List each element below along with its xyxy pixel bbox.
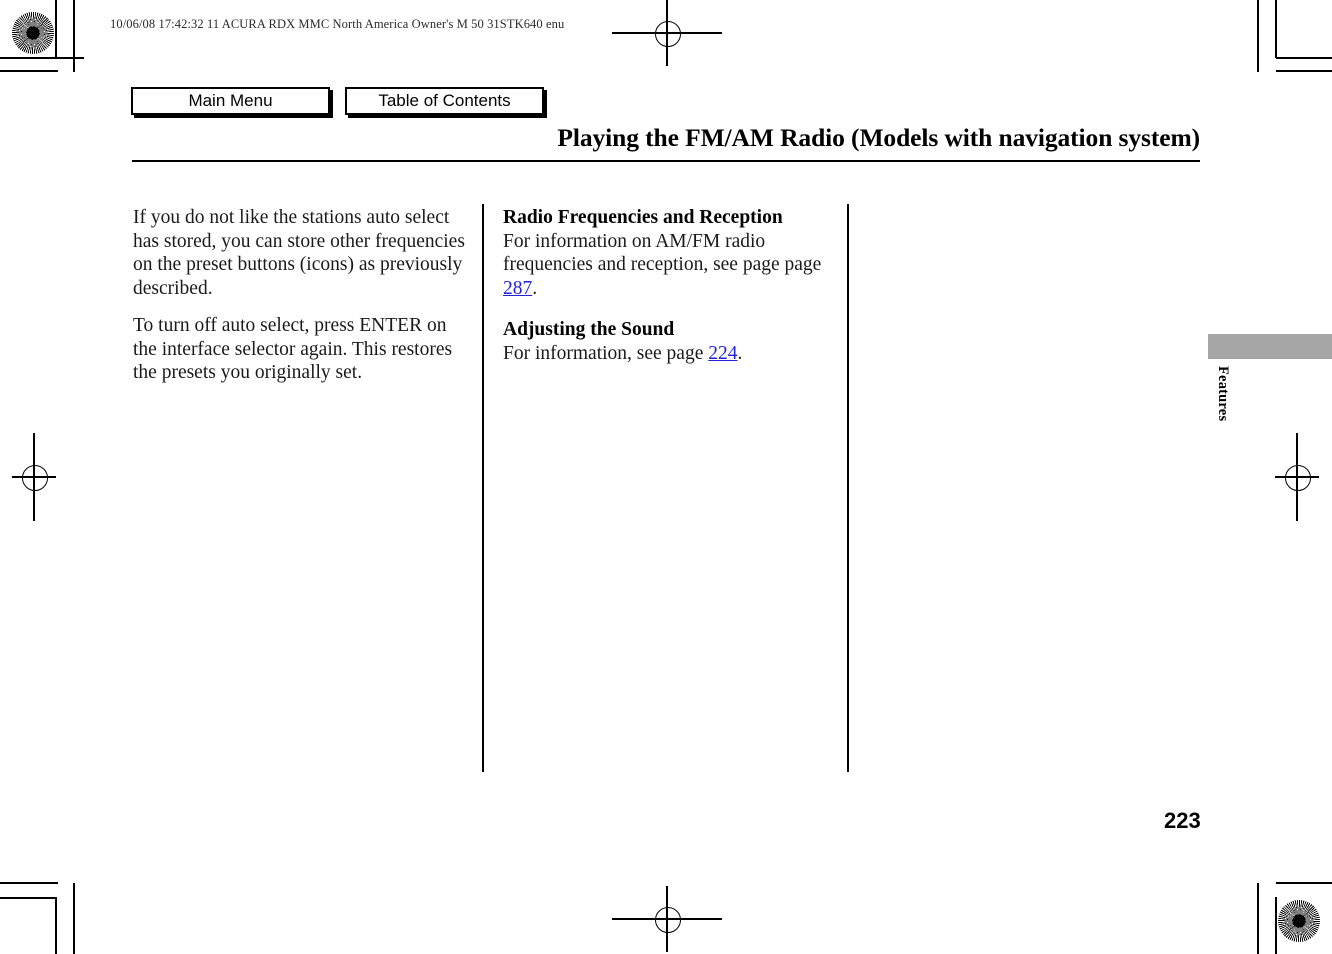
- adjusting-sound-text-before-ref: For information, see page: [503, 342, 709, 364]
- page-reference-link-224[interactable]: 224: [708, 343, 737, 364]
- section-body-adjusting-the-sound: For information, see page 224.: [503, 342, 833, 366]
- column-divider-left: [482, 204, 485, 772]
- crop-mark-top-right-h-outer: [1276, 57, 1332, 59]
- crop-mark-bottom-left-v-outer: [55, 897, 57, 954]
- body-column-left: If you do not like the stations auto sel…: [133, 206, 471, 399]
- main-menu-button-label: Main Menu: [188, 91, 273, 110]
- crop-mark-bottom-left-h-outer: [0, 882, 58, 884]
- page-number: 223: [1164, 808, 1201, 833]
- trim-line-top-left: [73, 0, 75, 72]
- section-radio-frequencies: Radio Frequencies and Reception For info…: [503, 206, 833, 300]
- crop-mark-top-right-v-outer: [1275, 0, 1277, 58]
- radio-frequencies-text-after-ref: .: [532, 277, 538, 299]
- section-heading-radio-frequencies: Radio Frequencies and Reception: [503, 207, 783, 228]
- trim-line-bottom-right: [1257, 883, 1259, 954]
- section-tab-label: Features: [1215, 366, 1231, 422]
- registration-star-icon-top-left: [12, 12, 54, 54]
- crop-mark-bottom-left-h-inner: [0, 897, 56, 899]
- page-title: Playing the FM/AM Radio (Models with nav…: [557, 123, 1200, 152]
- crop-mark-top-left-h-outer: [0, 57, 84, 59]
- crop-mark-bottom-right-v-outer: [1275, 897, 1277, 954]
- manual-page: 10/06/08 17:42:32 11 ACURA RDX MMC North…: [0, 0, 1332, 954]
- section-tab-bar: [1208, 334, 1332, 359]
- body-column-middle: Radio Frequencies and Reception For info…: [503, 206, 833, 383]
- section-heading-adjusting-the-sound: Adjusting the Sound: [503, 319, 675, 340]
- trim-line-bottom-left: [73, 883, 75, 954]
- left-paragraph-2: To turn off auto select, press ENTER on …: [133, 315, 453, 383]
- print-slug-header: 10/06/08 17:42:32 11 ACURA RDX MMC North…: [110, 17, 565, 31]
- table-of-contents-button[interactable]: Table of Contents: [345, 87, 544, 115]
- left-paragraph-1: If you do not like the stations auto sel…: [133, 207, 465, 299]
- adjusting-sound-text-after-ref: .: [737, 342, 743, 364]
- crop-mark-top-left-h-inner: [0, 70, 58, 72]
- table-of-contents-button-label: Table of Contents: [378, 91, 511, 110]
- crop-mark-bottom-right-h-outer: [1276, 882, 1332, 884]
- page-reference-link-287[interactable]: 287: [503, 278, 532, 299]
- section-body-radio-frequencies: For information on AM/FM radio frequenci…: [503, 230, 833, 301]
- title-divider: [132, 160, 1200, 163]
- column-divider-right: [847, 204, 850, 772]
- crop-mark-top-left-v-outer: [55, 0, 57, 58]
- main-menu-button[interactable]: Main Menu: [131, 87, 330, 115]
- trim-line-top-right: [1257, 0, 1259, 72]
- registration-star-icon-bottom-right: [1278, 900, 1320, 942]
- radio-frequencies-text-before-ref: For information on AM/FM radio frequenci…: [503, 230, 822, 276]
- section-adjusting-the-sound: Adjusting the Sound For information, see…: [503, 318, 833, 365]
- crop-mark-top-right-h-inner: [1276, 70, 1332, 72]
